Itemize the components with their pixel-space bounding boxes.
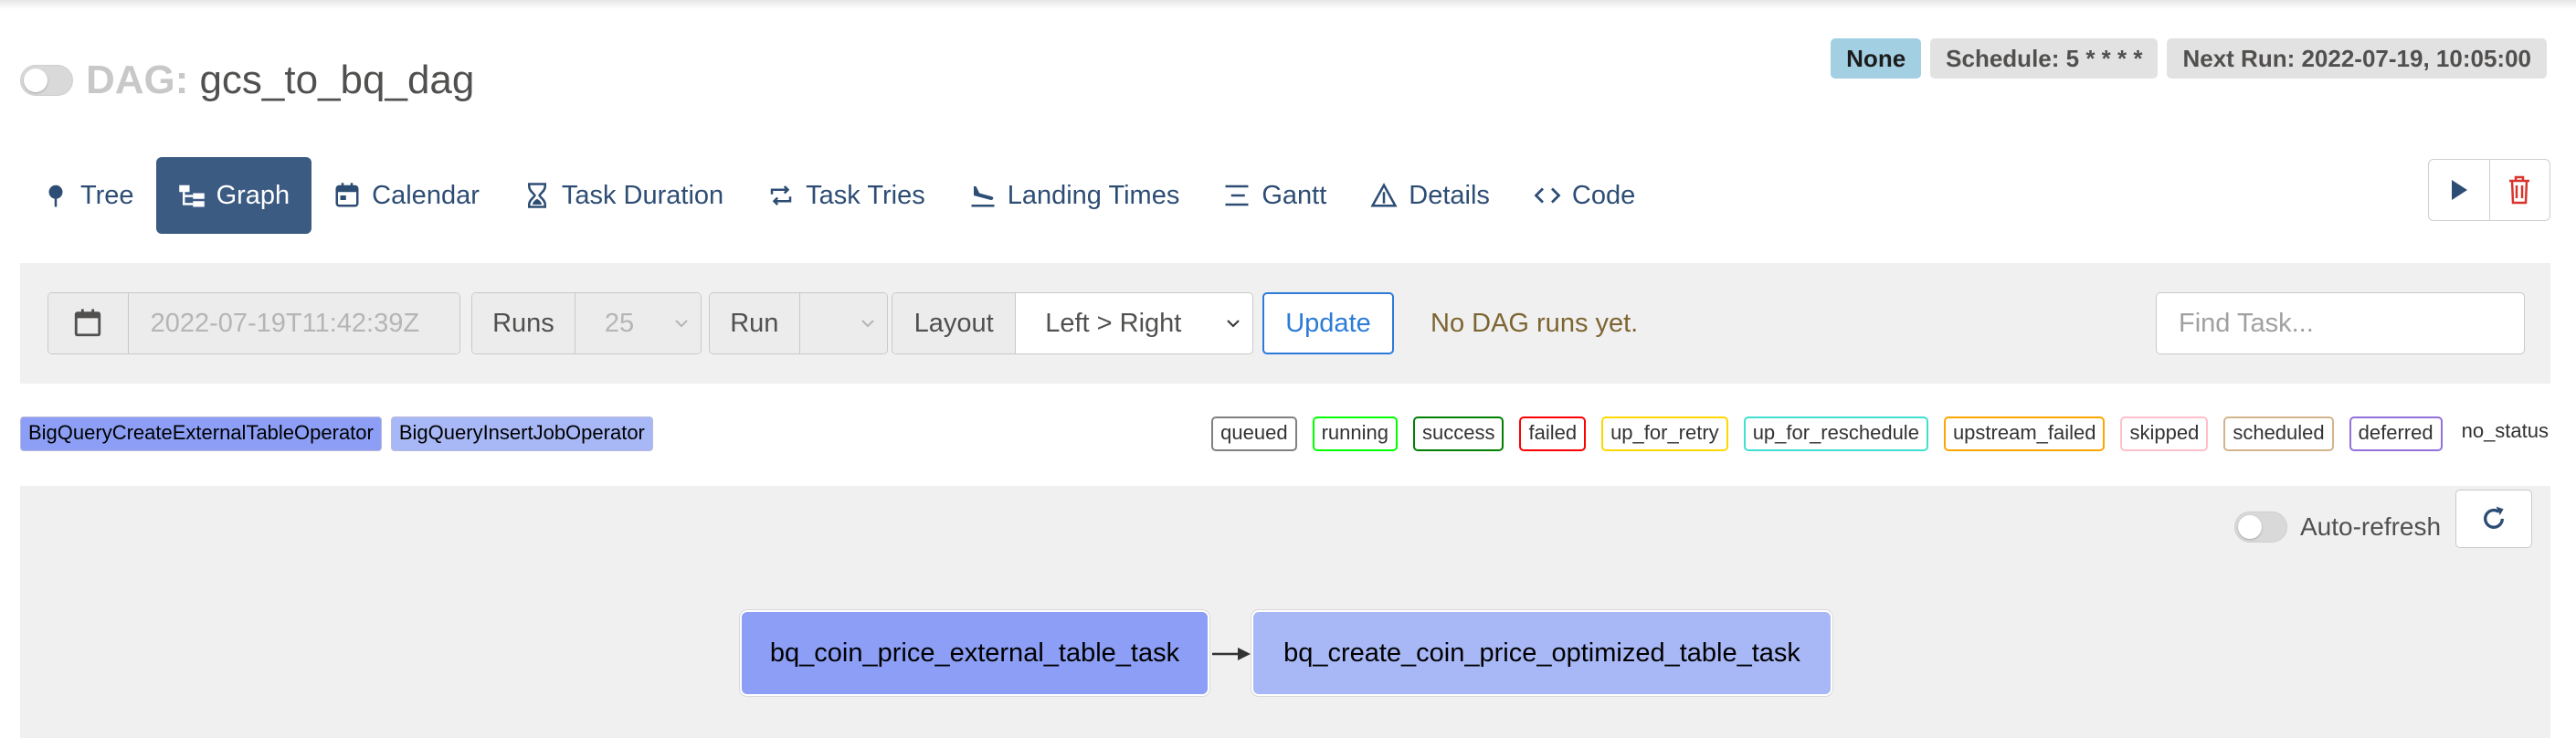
state-upstream-failed[interactable]: upstream_failed: [1943, 416, 2106, 451]
layout-group: Layout Left > Right: [892, 292, 1253, 354]
state-legend: queued running success failed up_for_ret…: [1211, 416, 2549, 451]
dag-id: gcs_to_bq_dag: [199, 58, 475, 102]
date-picker-button[interactable]: [48, 293, 129, 353]
tab-details-label: Details: [1409, 180, 1490, 210]
auto-refresh-label: Auto-refresh: [2300, 512, 2442, 541]
tab-task-tries-label: Task Tries: [806, 180, 925, 210]
runs-label: Runs: [472, 293, 575, 353]
repeat-icon: [767, 182, 795, 209]
state-success[interactable]: success: [1412, 416, 1504, 451]
next-run-badge: Next Run: 2022-07-19, 10:05:00: [2167, 38, 2547, 79]
owner-badge: None: [1831, 38, 1922, 79]
chevron-down-icon: [675, 320, 688, 328]
tab-calendar[interactable]: Calendar: [311, 157, 501, 234]
layout-label: Layout: [892, 293, 1017, 353]
graph-icon: [178, 182, 206, 209]
play-icon: [2451, 180, 2467, 200]
top-shadow: [0, 0, 2576, 9]
tab-gantt-label: Gantt: [1262, 180, 1327, 210]
state-up-for-reschedule[interactable]: up_for_reschedule: [1743, 416, 1928, 451]
refresh-button[interactable]: [2455, 490, 2532, 548]
code-icon: [1534, 182, 1561, 209]
dag-pause-toggle[interactable]: [20, 65, 73, 96]
auto-refresh: Auto-refresh: [2234, 499, 2441, 555]
tab-task-tries[interactable]: Task Tries: [745, 157, 947, 234]
run-label: Run: [710, 293, 800, 353]
tab-gantt[interactable]: Gantt: [1201, 157, 1348, 234]
dag-actions: [2428, 159, 2550, 221]
no-runs-message: No DAG runs yet.: [1431, 309, 1639, 338]
state-no-status[interactable]: no_status: [2457, 416, 2549, 451]
state-running[interactable]: running: [1312, 416, 1398, 451]
run-select[interactable]: [799, 293, 887, 353]
graph-canvas: Auto-refresh bq_coin_price_external_tabl…: [20, 486, 2550, 738]
auto-refresh-toggle[interactable]: [2234, 511, 2287, 543]
trigger-dag-button[interactable]: [2429, 160, 2489, 220]
chevron-down-icon: [1227, 320, 1240, 328]
tab-tree-label: Tree: [80, 180, 134, 210]
operator-legend-item: BigQueryCreateExternalTableOperator: [20, 416, 382, 451]
graph-controls: 2022-07-19T11:42:39Z Runs 25 Run Layout …: [20, 263, 2550, 384]
dag-label: DAG:: [86, 58, 189, 102]
tab-graph-label: Graph: [216, 180, 290, 210]
state-queued[interactable]: queued: [1211, 416, 1297, 451]
layout-select-value: Left > Right: [1045, 308, 1182, 338]
tab-graph[interactable]: Graph: [155, 157, 312, 234]
state-failed[interactable]: failed: [1519, 416, 1587, 451]
tab-landing-times-label: Landing Times: [1007, 180, 1180, 210]
tab-calendar-label: Calendar: [372, 180, 480, 210]
state-scheduled[interactable]: scheduled: [2223, 416, 2334, 451]
chevron-down-icon: [861, 320, 874, 328]
tab-task-duration[interactable]: Task Duration: [501, 157, 745, 234]
dag-badges: None Schedule: 5 * * * * Next Run: 2022-…: [1831, 38, 2547, 79]
state-skipped[interactable]: skipped: [2120, 416, 2209, 451]
find-task-input[interactable]: Find Task...: [2156, 292, 2525, 354]
run-group: Run: [709, 292, 888, 354]
runs-select-value: 25: [604, 308, 635, 338]
update-button[interactable]: Update: [1262, 292, 1394, 354]
tab-task-duration-label: Task Duration: [561, 180, 724, 210]
dag-view-nav: Tree Graph Calendar Task Duration Task T…: [20, 157, 1657, 234]
gantt-icon: [1223, 182, 1251, 209]
tab-details[interactable]: Details: [1348, 157, 1512, 234]
tab-code-label: Code: [1571, 180, 1636, 210]
layout-select[interactable]: Left > Right: [1016, 293, 1252, 353]
tab-code[interactable]: Code: [1512, 157, 1657, 234]
state-deferred[interactable]: deferred: [2349, 416, 2443, 451]
delete-dag-button[interactable]: [2488, 160, 2550, 220]
state-up-for-retry[interactable]: up_for_retry: [1601, 416, 1728, 451]
calendar-icon: [333, 182, 361, 209]
dag-title: DAG: gcs_to_bq_dag: [20, 53, 474, 108]
plane-landing-icon: [969, 182, 997, 209]
task-node[interactable]: bq_create_coin_price_optimized_table_tas…: [1251, 610, 1832, 696]
trash-icon: [2509, 175, 2530, 205]
tab-tree[interactable]: Tree: [20, 157, 156, 234]
runs-group: Runs 25: [471, 292, 702, 354]
operator-legend: BigQueryCreateExternalTableOperator BigQ…: [20, 416, 653, 451]
task-node[interactable]: bq_coin_price_external_table_task: [740, 610, 1209, 696]
refresh-icon: [2484, 506, 2504, 529]
schedule-badge: Schedule: 5 * * * *: [1930, 38, 2159, 79]
calendar-icon: [75, 309, 101, 337]
base-date-group: 2022-07-19T11:42:39Z: [48, 292, 460, 354]
warning-triangle-icon: [1370, 182, 1398, 209]
task-edge: [1212, 648, 1251, 660]
tree-icon: [42, 182, 69, 209]
hourglass-icon: [523, 182, 551, 209]
operator-legend-item: BigQueryInsertJobOperator: [390, 416, 653, 451]
base-date-input[interactable]: 2022-07-19T11:42:39Z: [128, 293, 459, 353]
runs-select[interactable]: 25: [575, 293, 701, 353]
tab-landing-times[interactable]: Landing Times: [947, 157, 1202, 234]
